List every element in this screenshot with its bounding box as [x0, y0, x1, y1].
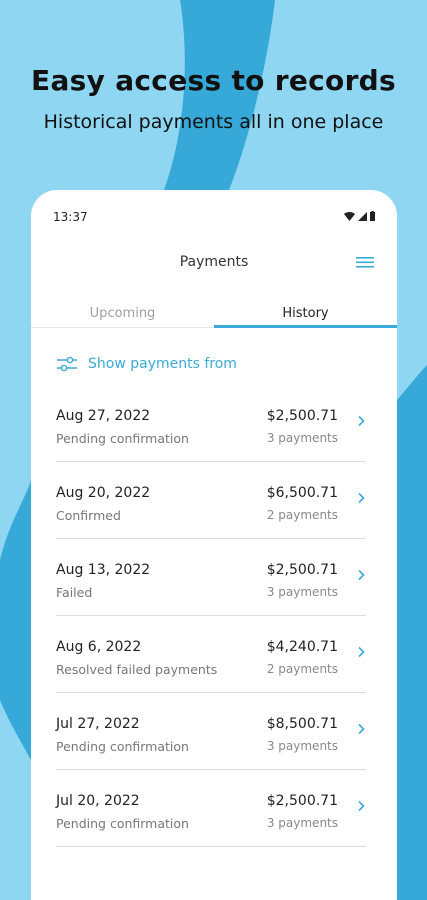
payment-row[interactable]: Aug 20, 2022 Confirmed $6,500.71 2 payme… — [56, 462, 366, 539]
payment-count: 2 payments — [266, 662, 338, 676]
payment-row[interactable]: Jul 27, 2022 Pending confirmation $8,500… — [56, 693, 366, 770]
hamburger-menu-icon[interactable] — [355, 254, 375, 270]
sliders-icon — [57, 356, 77, 372]
payment-row[interactable]: Aug 6, 2022 Resolved failed payments $4,… — [56, 616, 366, 693]
show-payments-from-button[interactable]: Show payments from — [56, 352, 237, 376]
app-bar: Payments — [31, 250, 397, 276]
status-bar: 13:37 — [31, 208, 397, 226]
payment-list: Aug 27, 2022 Pending confirmation $2,500… — [56, 385, 366, 847]
payment-amount: $2,500.71 — [266, 562, 338, 578]
payment-count: 3 payments — [266, 739, 338, 753]
payment-status: Failed — [56, 585, 93, 600]
chevron-right-icon — [358, 723, 365, 735]
chevron-right-icon — [358, 569, 365, 581]
payment-amount: $6,500.71 — [266, 485, 338, 501]
payment-row[interactable]: Aug 13, 2022 Failed $2,500.71 3 payments — [56, 539, 366, 616]
payment-status: Resolved failed payments — [56, 662, 218, 677]
payment-date: Aug 20, 2022 — [56, 485, 151, 501]
payment-date: Jul 20, 2022 — [56, 793, 140, 809]
chevron-right-icon — [358, 646, 365, 658]
tab-history[interactable]: History — [214, 298, 397, 328]
filter-label: Show payments from — [88, 356, 237, 372]
tab-upcoming[interactable]: Upcoming — [31, 298, 214, 328]
page-title: Payments — [179, 254, 249, 270]
payment-count: 3 payments — [266, 816, 338, 830]
payment-count: 3 payments — [266, 585, 338, 599]
chevron-right-icon — [358, 415, 365, 427]
payment-count: 2 payments — [266, 508, 338, 522]
payment-row[interactable]: Aug 27, 2022 Pending confirmation $2,500… — [56, 385, 366, 462]
signal-icon — [358, 212, 367, 221]
payment-date: Aug 13, 2022 — [56, 562, 151, 578]
battery-icon — [370, 211, 375, 221]
payment-row[interactable]: Jul 20, 2022 Pending confirmation $2,500… — [56, 770, 366, 847]
payment-amount: $2,500.71 — [266, 408, 338, 424]
payment-status: Pending confirmation — [56, 431, 189, 446]
phone-screen: 13:37 Payments Upcoming History Show pay… — [31, 190, 397, 900]
tab-bar: Upcoming History — [31, 298, 397, 328]
payment-amount: $4,240.71 — [266, 639, 338, 655]
status-time: 13:37 — [53, 210, 88, 224]
payment-status: Pending confirmation — [56, 816, 189, 831]
payment-amount: $8,500.71 — [266, 716, 338, 732]
payment-status: Confirmed — [56, 508, 121, 523]
payment-date: Aug 27, 2022 — [56, 408, 151, 424]
payment-date: Aug 6, 2022 — [56, 639, 142, 655]
promo-subhead: Historical payments all in one place — [43, 111, 384, 133]
payment-count: 3 payments — [266, 431, 338, 445]
chevron-right-icon — [358, 800, 365, 812]
chevron-right-icon — [358, 492, 365, 504]
payment-amount: $2,500.71 — [266, 793, 338, 809]
payment-status: Pending confirmation — [56, 739, 189, 754]
promo-headline: Easy access to records — [31, 64, 396, 97]
wifi-icon — [344, 212, 355, 221]
payment-date: Jul 27, 2022 — [56, 716, 140, 732]
status-icons — [344, 211, 375, 221]
